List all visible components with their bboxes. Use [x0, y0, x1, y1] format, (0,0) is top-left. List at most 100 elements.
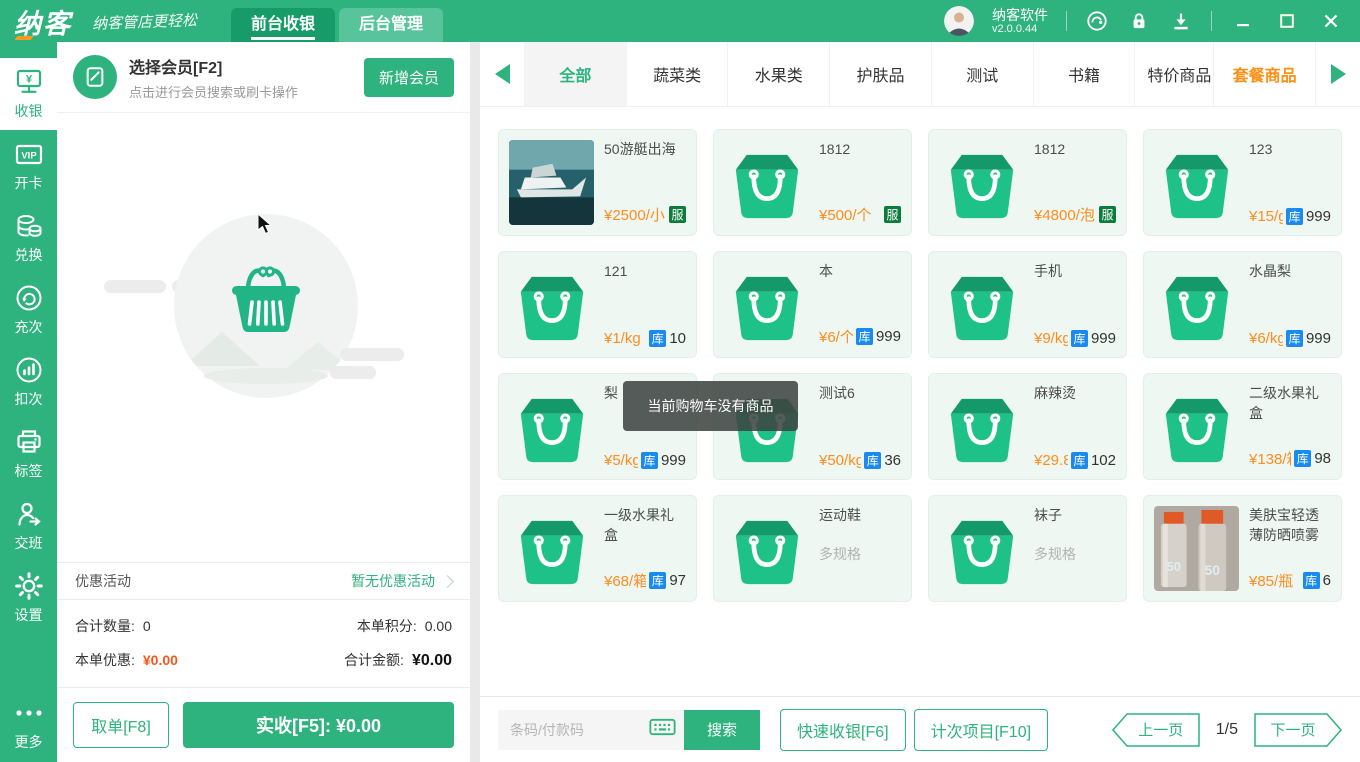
vip-card-icon: VIP	[14, 139, 44, 169]
points-label: 本单积分:	[357, 616, 417, 636]
product-price: ¥85/瓶	[1249, 570, 1300, 591]
product-price: ¥9/kg	[1034, 330, 1068, 347]
sidebar-item-1[interactable]: ¥收银	[0, 58, 57, 130]
prev-page-button[interactable]: 上一页	[1112, 713, 1200, 747]
hold-order-button[interactable]: 取单[F8]	[73, 702, 169, 748]
product-card-6[interactable]: 本¥6/个库999	[713, 251, 912, 358]
download-icon[interactable]	[1169, 9, 1193, 33]
category-scroll-left-icon[interactable]	[480, 42, 524, 106]
stock-badge: 库	[1071, 330, 1088, 347]
stock-count: 97	[669, 572, 686, 589]
category-tab-3[interactable]: 水果类	[727, 42, 829, 106]
service-badge: 服	[1099, 206, 1116, 223]
sidebar-item-7[interactable]: 交班	[0, 490, 57, 562]
next-page-button[interactable]: 下一页	[1254, 713, 1342, 747]
stock-badge: 库	[1303, 572, 1320, 589]
product-card-8[interactable]: 水晶梨¥6/kg库999	[1143, 251, 1342, 358]
catalog-area: 全部蔬菜类水果类护肤品测试书籍特价商品套餐商品 50游艇出海¥2500/小时服1…	[480, 42, 1360, 762]
stock-badge: 库	[649, 572, 666, 589]
sidebar-item-6[interactable]: 标签	[0, 418, 57, 490]
product-image-bag	[939, 506, 1024, 591]
product-card-14[interactable]: 运动鞋多规格	[713, 495, 912, 602]
scan-box	[498, 710, 684, 750]
product-image-bag	[939, 384, 1024, 469]
product-name: 123	[1249, 140, 1331, 160]
divider	[1211, 11, 1212, 31]
product-name: 1812	[1034, 140, 1116, 160]
checkout-footer: 取单[F8] 实收[F5]: ¥0.00	[57, 687, 470, 762]
close-icon[interactable]	[1318, 8, 1344, 34]
category-tab-7[interactable]: 特价商品	[1134, 42, 1213, 106]
discount-label: 本单优惠:	[75, 650, 135, 670]
product-price: ¥50/kg	[819, 452, 861, 469]
category-tab-4[interactable]: 护肤品	[829, 42, 931, 106]
stock-count: 999	[1306, 208, 1331, 225]
basket-icon	[220, 258, 312, 343]
product-name: 运动鞋	[819, 506, 901, 526]
product-name: 袜子	[1034, 506, 1116, 526]
keyboard-icon[interactable]	[649, 717, 676, 742]
category-tab-2[interactable]: 蔬菜类	[626, 42, 728, 106]
maximize-icon[interactable]	[1274, 8, 1300, 34]
stock-count: 999	[1306, 330, 1331, 347]
product-spec: 多规格	[819, 544, 901, 564]
category-tab-1[interactable]: 全部	[524, 42, 626, 106]
stock-badge: 库	[1286, 330, 1303, 347]
sidebar-item-3[interactable]: 兑换	[0, 202, 57, 274]
titlebar: 纳客 纳客管店更轻松 前台收银后台管理 纳客软件 v2.0.0.44	[0, 0, 1360, 42]
sidebar-item-4[interactable]: 充次	[0, 274, 57, 346]
sidebar-item-9[interactable]: 更多	[0, 694, 57, 756]
product-card-3[interactable]: 1812¥4800/泡服	[928, 129, 1127, 236]
category-tab-5[interactable]: 测试	[931, 42, 1033, 106]
product-card-4[interactable]: 123¥15/g库999	[1143, 129, 1342, 236]
promo-label: 优惠活动	[75, 571, 131, 591]
category-scroll-right-icon[interactable]	[1315, 42, 1360, 106]
product-card-7[interactable]: 手机¥9/kg库999	[928, 251, 1127, 358]
category-tab-6[interactable]: 书籍	[1033, 42, 1135, 106]
product-card-2[interactable]: 1812¥500/个服	[713, 129, 912, 236]
charge-button[interactable]: 实收[F5]: ¥0.00	[183, 702, 454, 748]
sidebar-item-8[interactable]: 设置	[0, 562, 57, 634]
product-price: ¥68/箱	[604, 570, 646, 591]
promo-row[interactable]: 优惠活动 暂无优惠活动	[57, 562, 470, 599]
product-card-12[interactable]: 二级水果礼盒¥138/箱库98	[1143, 373, 1342, 480]
main-nav-tabs: 前台收银后台管理	[231, 8, 443, 42]
member-select-header[interactable]: 选择会员[F2] 点击进行会员搜索或刷卡操作 新增会员	[57, 42, 470, 113]
product-card-16[interactable]: 5050美肤宝轻透薄防晒喷雾¥85/瓶库6	[1143, 495, 1342, 602]
sidebar: ¥收银VIP开卡兑换充次扣次标签交班设置更多	[0, 42, 57, 762]
support-icon[interactable]	[1085, 9, 1109, 33]
category-bar: 全部蔬菜类水果类护肤品测试书籍特价商品套餐商品	[480, 42, 1360, 107]
sidebar-item-2[interactable]: VIP开卡	[0, 130, 57, 202]
user-avatar[interactable]	[944, 6, 974, 36]
member-card-icon	[73, 55, 117, 99]
deduct-icon	[14, 355, 44, 385]
stock-count: 999	[876, 328, 901, 345]
recharge-icon	[14, 283, 44, 313]
product-card-5[interactable]: 121¥1/kg库10	[498, 251, 697, 358]
add-member-button[interactable]: 新增会员	[364, 58, 454, 97]
sidebar-item-5[interactable]: 扣次	[0, 346, 57, 418]
product-image-bag	[509, 506, 594, 591]
cloud-shape	[104, 280, 166, 293]
product-image-spray: 5050	[1154, 506, 1239, 591]
product-image-bag	[509, 384, 594, 469]
product-card-1[interactable]: 50游艇出海¥2500/小时服	[498, 129, 697, 236]
quick-cashier-button[interactable]: 快速收银[F6]	[780, 709, 906, 751]
stock-count: 102	[1091, 452, 1116, 469]
lock-icon[interactable]	[1127, 9, 1151, 33]
product-image-boat	[509, 140, 594, 225]
product-card-15[interactable]: 袜子多规格	[928, 495, 1127, 602]
product-card-11[interactable]: 麻辣烫¥29.8/k库102	[928, 373, 1127, 480]
member-panel: 选择会员[F2] 点击进行会员搜索或刷卡操作 新增会员	[57, 42, 470, 762]
nav-tab-1[interactable]: 前台收银	[231, 8, 335, 42]
nav-tab-2[interactable]: 后台管理	[339, 8, 443, 42]
barcode-input[interactable]	[508, 721, 649, 739]
category-tab-8[interactable]: 套餐商品	[1213, 42, 1315, 106]
minimize-icon[interactable]	[1230, 8, 1256, 34]
pos-app: 纳客 纳客管店更轻松 前台收银后台管理 纳客软件 v2.0.0.44	[0, 0, 1360, 762]
product-card-13[interactable]: 一级水果礼盒¥68/箱库97	[498, 495, 697, 602]
product-name: 50游艇出海	[604, 140, 686, 160]
count-item-button[interactable]: 计次项目[F10]	[914, 709, 1048, 751]
svg-text:50: 50	[1205, 562, 1221, 578]
search-button[interactable]: 搜索	[684, 710, 760, 750]
